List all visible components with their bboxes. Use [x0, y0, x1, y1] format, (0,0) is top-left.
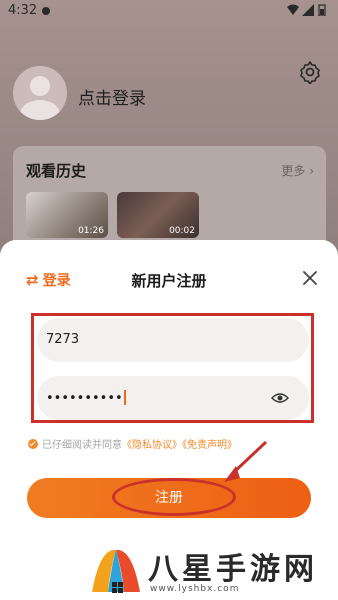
watermark-url: www.lyshbx.com	[150, 584, 240, 594]
watermark-text: 八星手游网	[148, 552, 318, 587]
annotation-arrow-icon	[224, 440, 268, 482]
